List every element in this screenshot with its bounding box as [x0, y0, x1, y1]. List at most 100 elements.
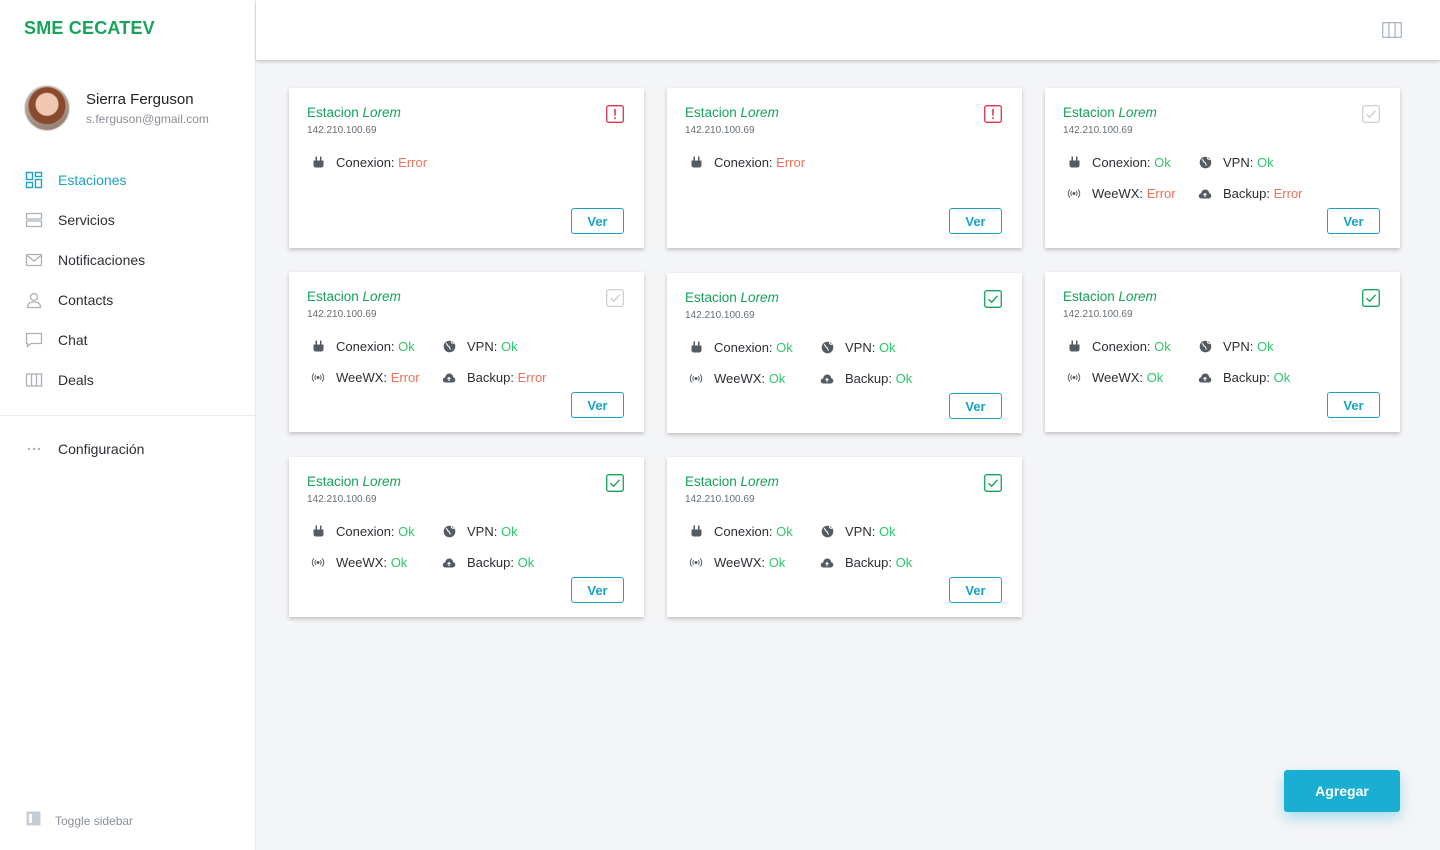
broadcast-icon	[311, 556, 325, 570]
conexion-value: Error	[398, 155, 428, 170]
sidebar-item-estaciones[interactable]: Estaciones	[0, 160, 256, 200]
station-name: Estacion	[685, 474, 737, 489]
sidebar-item-servicios[interactable]: Servicios	[0, 200, 256, 240]
station-title: Estacion Lorem	[685, 474, 779, 489]
server-icon	[24, 210, 44, 230]
ver-button[interactable]: Ver	[571, 392, 624, 418]
conexion-value: Error	[776, 155, 806, 170]
station-ip: 142.210.100.69	[1063, 125, 1133, 136]
station-ip: 142.210.100.69	[307, 494, 377, 505]
user-profile[interactable]: Sierra Ferguson s.ferguson@gmail.com	[24, 85, 209, 131]
station-title: Estacion Lorem	[685, 105, 779, 120]
weewx-label: WeeWX:	[336, 555, 388, 570]
ver-button[interactable]: Ver	[1327, 208, 1380, 234]
station-name-em: Lorem	[362, 474, 401, 489]
conexion-value: Ok	[776, 524, 793, 539]
weewx-value: Ok	[768, 371, 786, 386]
weewx-row: WeeWX: Error	[1067, 186, 1176, 201]
backup-label: Backup:	[467, 370, 514, 385]
vpn-value: Ok	[878, 340, 896, 355]
backup-label: Backup:	[467, 555, 514, 570]
sidebar-divider	[0, 415, 256, 416]
sidebar-item-contacts[interactable]: Contacts	[0, 280, 256, 320]
station-name: Estacion	[1063, 105, 1115, 120]
user-email: s.ferguson@gmail.com	[86, 111, 209, 126]
cloud-upload-icon	[442, 371, 456, 385]
weewx-row: WeeWX: Ok	[689, 371, 785, 386]
cloud-upload-icon	[1198, 371, 1212, 385]
sidebar-item-chat[interactable]: Chat	[0, 320, 256, 360]
chat-bubble-icon	[24, 330, 44, 350]
station-title: Estacion Lorem	[307, 105, 401, 120]
station-name: Estacion	[307, 289, 359, 304]
avatar	[24, 85, 70, 131]
backup-label: Backup:	[845, 371, 892, 386]
sidebar-item-notificaciones[interactable]: Notificaciones	[0, 240, 256, 280]
conexion-value: Ok	[1154, 339, 1171, 354]
agregar-button[interactable]: Agregar	[1284, 770, 1400, 812]
columns-icon	[1382, 22, 1402, 38]
sidebar-item-configuracion[interactable]: Configuración	[0, 429, 256, 469]
vpn-row: VPN: Ok	[442, 524, 518, 539]
weewx-value: Ok	[768, 555, 786, 570]
station-name: Estacion	[685, 290, 737, 305]
globe-icon	[442, 340, 456, 354]
weewx-label: WeeWX:	[1092, 370, 1144, 385]
backup-value: Ok	[895, 371, 913, 386]
sidebar-item-label: Notificaciones	[58, 252, 146, 268]
weewx-label: WeeWX:	[1092, 186, 1144, 201]
broadcast-icon	[311, 371, 325, 385]
vpn-value: Ok	[1256, 155, 1274, 170]
sidebar-item-label: Estaciones	[58, 172, 127, 188]
more-dots-icon	[24, 439, 44, 459]
ver-button[interactable]: Ver	[949, 577, 1002, 603]
vpn-value: Ok	[1256, 339, 1274, 354]
sidebar-item-deals[interactable]: Deals	[0, 360, 256, 400]
sidebar-item-label: Contacts	[58, 292, 114, 308]
globe-icon	[1198, 156, 1212, 170]
station-name: Estacion	[307, 474, 359, 489]
columns-icon	[24, 370, 44, 390]
vpn-label: VPN:	[845, 340, 876, 355]
conexion-row: Conexion: Error	[311, 155, 427, 170]
weewx-row: WeeWX: Ok	[689, 555, 785, 570]
station-card: Estacion Lorem 142.210.100.69 Conexion: …	[289, 457, 644, 617]
backup-row: Backup: Ok	[820, 555, 912, 570]
station-name-em: Lorem	[1118, 289, 1157, 304]
globe-icon	[820, 525, 834, 539]
globe-icon	[820, 341, 834, 355]
columns-view-button[interactable]	[1382, 21, 1402, 39]
weewx-label: WeeWX:	[714, 371, 766, 386]
broadcast-icon	[1067, 371, 1081, 385]
ver-button[interactable]: Ver	[1327, 392, 1380, 418]
alert-icon	[606, 105, 624, 123]
conexion-value: Ok	[398, 524, 415, 539]
conexion-row: Conexion: Ok	[1067, 339, 1171, 354]
backup-row: Backup: Error	[1198, 186, 1303, 201]
ver-button[interactable]: Ver	[571, 208, 624, 234]
plug-icon	[311, 525, 325, 539]
ver-button[interactable]: Ver	[949, 208, 1002, 234]
conexion-value: Ok	[776, 340, 793, 355]
checked-checkbox-icon	[1362, 289, 1380, 307]
station-card: Estacion Lorem 142.210.100.69 Conexion: …	[667, 457, 1022, 617]
station-card: Estacion Lorem 142.210.100.69 Conexion: …	[1045, 272, 1400, 432]
checked-checkbox-icon	[984, 474, 1002, 492]
vpn-value: Ok	[500, 524, 518, 539]
weewx-value: Ok	[1146, 370, 1164, 385]
station-ip: 142.210.100.69	[307, 309, 377, 320]
ver-button[interactable]: Ver	[571, 577, 624, 603]
station-title: Estacion Lorem	[1063, 105, 1157, 120]
toggle-sidebar-label: Toggle sidebar	[55, 814, 134, 828]
cloud-upload-icon	[1198, 187, 1212, 201]
plug-icon	[689, 525, 703, 539]
weewx-label: WeeWX:	[714, 555, 766, 570]
ver-button[interactable]: Ver	[949, 393, 1002, 419]
vpn-row: VPN: Ok	[820, 340, 896, 355]
vpn-row: VPN: Ok	[820, 524, 896, 539]
weewx-value: Error	[390, 370, 420, 385]
conexion-label: Conexion:	[714, 524, 773, 539]
toggle-sidebar-button[interactable]: Toggle sidebar	[26, 811, 133, 831]
unchecked-checkbox-icon	[606, 289, 624, 307]
station-ip: 142.210.100.69	[685, 310, 755, 321]
